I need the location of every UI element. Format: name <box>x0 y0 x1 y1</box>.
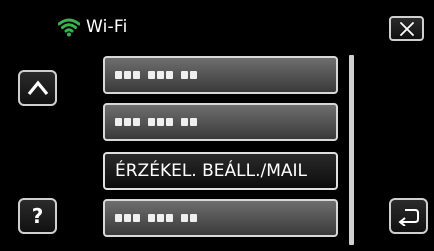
scrollbar[interactable] <box>349 55 354 245</box>
menu-item-label: ÉRZÉKEL. BEÁLL./MAIL <box>115 161 307 181</box>
menu-item-1[interactable] <box>103 56 338 94</box>
back-button[interactable] <box>389 198 428 234</box>
menu-item-2[interactable] <box>103 103 338 141</box>
masked-text <box>115 214 197 222</box>
page-title: Wi-Fi <box>86 17 128 37</box>
scroll-up-button[interactable] <box>18 70 57 106</box>
back-arrow-icon <box>397 209 419 226</box>
wifi-icon <box>58 18 80 37</box>
menu-item-4[interactable] <box>103 199 338 237</box>
help-button[interactable]: ? <box>18 198 57 234</box>
chevron-up-icon <box>27 80 48 96</box>
masked-text <box>115 71 197 79</box>
close-button[interactable] <box>389 16 424 41</box>
menu-item-3[interactable]: ÉRZÉKEL. BEÁLL./MAIL <box>103 152 338 190</box>
masked-text <box>115 118 197 126</box>
header: Wi-Fi <box>58 14 128 40</box>
close-icon <box>399 21 414 36</box>
help-label: ? <box>31 204 44 228</box>
